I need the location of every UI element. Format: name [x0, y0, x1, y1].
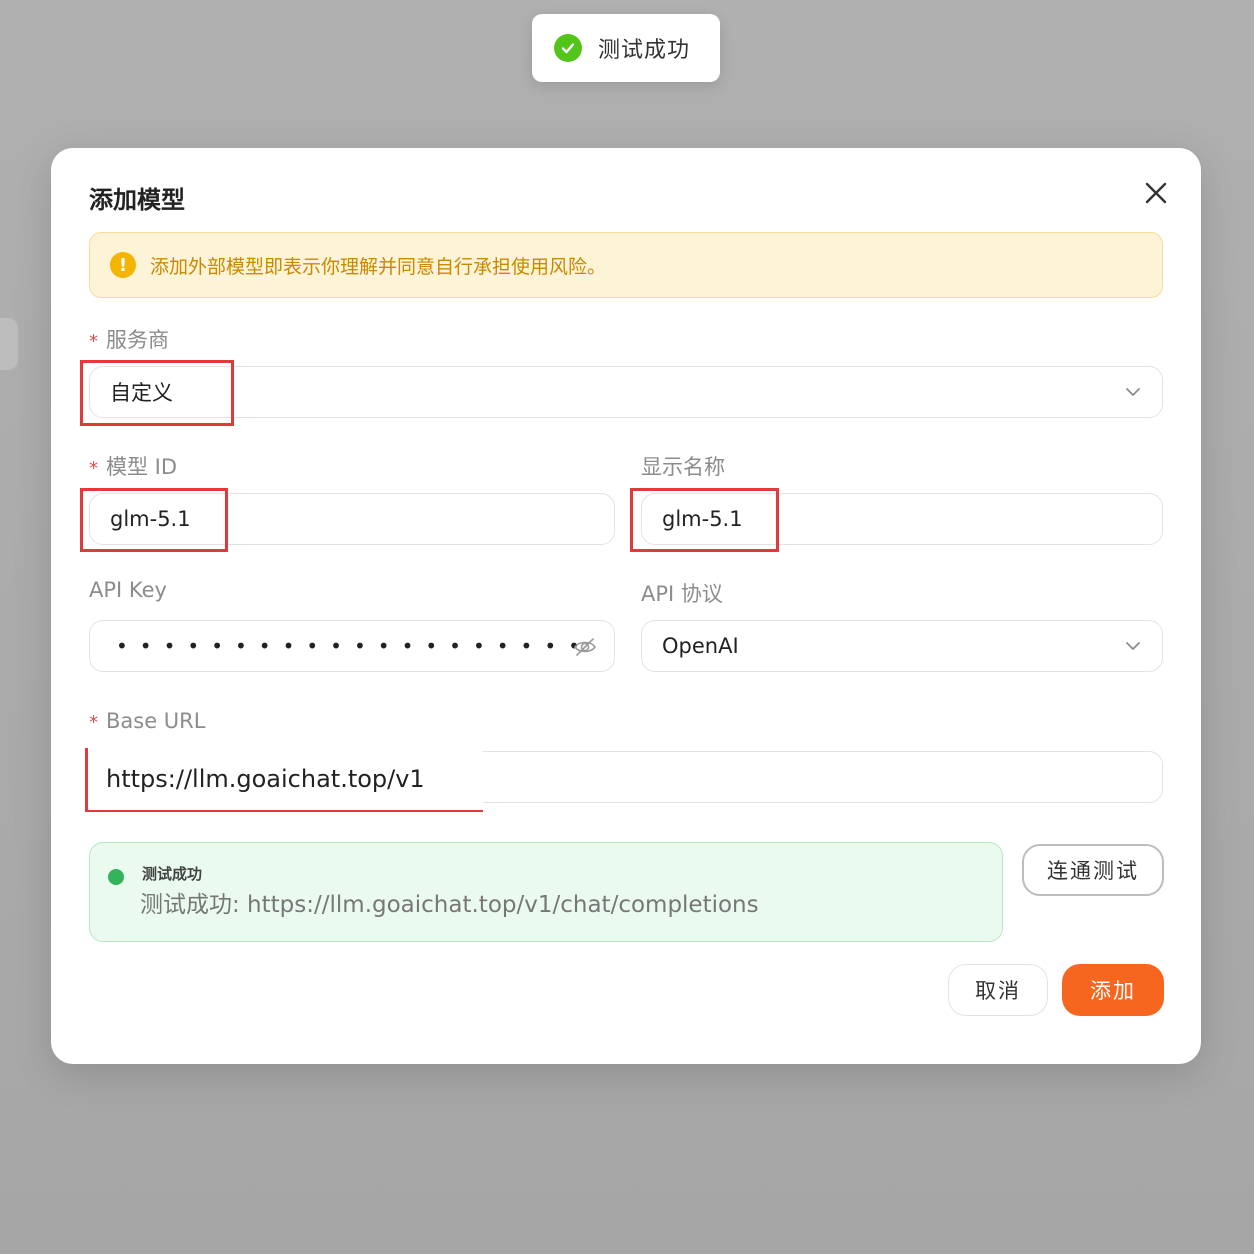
model-id-highlight-box: [80, 488, 228, 552]
api-protocol-select[interactable]: OpenAI: [641, 620, 1163, 672]
provider-highlight-box: [80, 360, 234, 426]
risk-warning-banner: ! 添加外部模型即表示你理解并同意自行承担使用风险。: [89, 232, 1163, 298]
warning-icon: !: [110, 252, 136, 278]
base-url-value: https://llm.goaichat.top/v1: [106, 765, 425, 793]
api-protocol-value: OpenAI: [662, 634, 739, 658]
toast-message: 测试成功: [598, 38, 691, 63]
add-model-dialog: 添加模型 ! 添加外部模型即表示你理解并同意自行承担使用风险。 * 服务商 自定义…: [51, 148, 1201, 1064]
api-protocol-label: API 协议: [641, 582, 723, 606]
chevron-down-icon: [1126, 388, 1140, 396]
eye-off-icon[interactable]: [572, 634, 598, 660]
api-key-input[interactable]: ••••••••••••••••••••: [89, 620, 615, 672]
warning-text: 添加外部模型即表示你理解并同意自行承担使用风险。: [150, 255, 607, 278]
check-circle-icon: [554, 34, 582, 62]
api-key-label: API Key: [89, 578, 167, 602]
required-mark: *: [89, 458, 98, 479]
model-id-label-text: 模型 ID: [106, 455, 178, 479]
connectivity-test-button[interactable]: 连通测试: [1022, 844, 1164, 896]
cancel-button[interactable]: 取消: [948, 964, 1048, 1016]
status-dot-icon: [108, 869, 124, 885]
provider-select[interactable]: 自定义: [89, 366, 1163, 418]
test-result-detail: 测试成功: https://llm.goaichat.top/v1/chat/c…: [140, 892, 759, 918]
success-toast: 测试成功: [532, 14, 720, 82]
provider-label: * 服务商: [89, 324, 169, 354]
display-name-label: 显示名称: [641, 455, 725, 479]
base-url-highlight: https://llm.goaichat.top/v1: [85, 748, 483, 812]
base-url-label: * Base URL: [89, 709, 205, 733]
dialog-title: 添加模型: [89, 186, 185, 214]
provider-label-text: 服务商: [106, 328, 169, 352]
test-result-panel: 测试成功 测试成功: https://llm.goaichat.top/v1/c…: [89, 842, 1003, 942]
base-url-label-text: Base URL: [106, 709, 206, 733]
add-button[interactable]: 添加: [1062, 964, 1164, 1016]
model-id-label: * 模型 ID: [89, 451, 177, 481]
background-panel-edge: [0, 318, 18, 370]
required-mark: *: [89, 712, 98, 733]
api-key-masked-value: ••••••••••••••••••••: [116, 634, 592, 658]
close-icon[interactable]: [1141, 178, 1171, 208]
required-mark: *: [89, 331, 98, 352]
display-name-highlight-box: [630, 488, 779, 552]
test-result-title: 测试成功: [142, 865, 203, 883]
chevron-down-icon: [1126, 642, 1140, 650]
